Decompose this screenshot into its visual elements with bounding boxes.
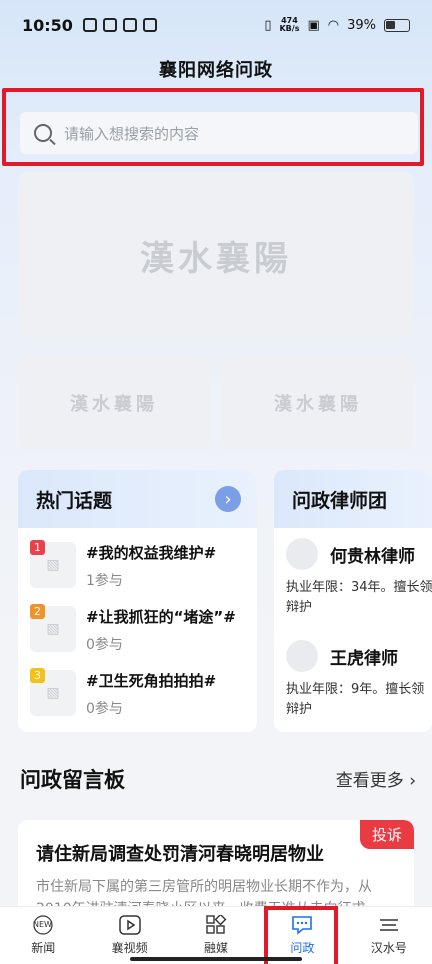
message-board-title: 问政留言板 (20, 768, 125, 792)
banner-watermark: 漢水襄陽 (140, 238, 292, 279)
topic-count: 1参与 (86, 573, 123, 589)
search-highlight: 请输入想搜索的内容 (2, 88, 424, 166)
sim-icon: ▣ (307, 17, 320, 33)
notification-icon (122, 18, 137, 32)
message-title: 请住新局调查处罚清河春晓明居物业 (36, 844, 324, 865)
chevron-right-icon: › (409, 771, 416, 791)
topic-item[interactable]: ▧ 1 #我的权益我维护# 1参与 (30, 540, 250, 598)
search-icon (34, 124, 52, 142)
lawyer-team-header: 问政律师团 (274, 470, 432, 528)
topic-title: #让我抓狂的“堵途”# (86, 608, 236, 626)
banner-watermark: 漢水襄陽 (70, 394, 158, 415)
search-input[interactable]: 请输入想搜索的内容 (20, 112, 418, 154)
search-placeholder: 请输入想搜索的内容 (64, 124, 200, 143)
banner-watermark: 漢水襄陽 (274, 394, 362, 415)
bottom-tabbar: NEW 新闻 襄视频 融媒 问政 汉水号 (0, 906, 432, 964)
topic-title: #我的权益我维护# (86, 544, 217, 562)
tab-highlight (264, 906, 338, 964)
video-icon (118, 915, 141, 935)
rank-badge: 3 (30, 668, 45, 683)
lawyer-team-card: 问政律师团 何贵林律师 执业年限：34年。擅长领 辩护 王虎律师 执业年限：9年… (274, 470, 432, 732)
banner-main[interactable]: 漢水襄陽 (18, 172, 414, 338)
chevron-right-icon[interactable]: › (215, 486, 241, 512)
avatar (286, 538, 318, 570)
notification-icon (102, 18, 117, 32)
news-icon: NEW (32, 915, 54, 935)
see-more-link[interactable]: 查看更多 › (336, 766, 416, 791)
tab-media[interactable]: 融媒 (173, 907, 259, 964)
tab-news[interactable]: NEW 新闻 (0, 907, 86, 964)
topic-title: #卫生死角拍拍拍# (86, 672, 217, 690)
notification-icon (142, 18, 157, 32)
avatar (286, 640, 318, 672)
hanshui-icon (378, 915, 400, 935)
tab-video[interactable]: 襄视频 (86, 907, 172, 964)
status-right: ▯ 474 KB/s ▣ ◠ 39% (264, 17, 410, 33)
notification-icon (82, 18, 97, 32)
tab-hanshui[interactable]: 汉水号 (346, 907, 432, 964)
svg-text:NEW: NEW (33, 920, 52, 929)
banner-sub-right[interactable]: 漢水襄陽 (222, 356, 414, 450)
lawyer-desc: 执业年限：9年。擅长领 辩护 (286, 682, 425, 717)
rank-badge: 2 (30, 604, 45, 619)
topic-item[interactable]: ▧ 2 #让我抓狂的“堵途”# 0参与 (30, 604, 250, 662)
rank-badge: 1 (30, 540, 45, 555)
lawyer-name: 王虎律师 (330, 649, 398, 669)
lawyer-team-title: 问政律师团 (292, 489, 388, 512)
topic-count: 0参与 (86, 701, 123, 717)
net-speed: 474 KB/s (279, 16, 300, 33)
grid-icon (205, 915, 227, 935)
page-title: 襄阳网络问政 (159, 60, 273, 81)
lawyer-name: 何贵林律师 (330, 547, 415, 567)
battery-percent: 39% (347, 17, 376, 33)
complaint-badge: 投诉 (359, 820, 414, 849)
battery-icon (384, 18, 410, 32)
lawyer-desc: 执业年限：34年。擅长领 辩护 (286, 580, 432, 615)
home-indicator (130, 957, 302, 961)
vibrate-icon: ▯ (264, 17, 272, 33)
status-bar: 10:50 ▯ 474 KB/s ▣ ◠ 39% (0, 0, 432, 50)
hot-topics-card: 热门话题 › ▧ 1 #我的权益我维护# 1参与 ▧ 2 #让我抓狂的“堵途”#… (18, 470, 257, 732)
status-time: 10:50 (22, 15, 73, 35)
hot-topics-title: 热门话题 (36, 489, 113, 512)
banner-sub-left[interactable]: 漢水襄陽 (18, 356, 210, 450)
topic-count: 0参与 (86, 637, 123, 653)
topic-item[interactable]: ▧ 3 #卫生死角拍拍拍# 0参与 (30, 668, 250, 726)
wifi-icon: ◠ (327, 17, 340, 33)
